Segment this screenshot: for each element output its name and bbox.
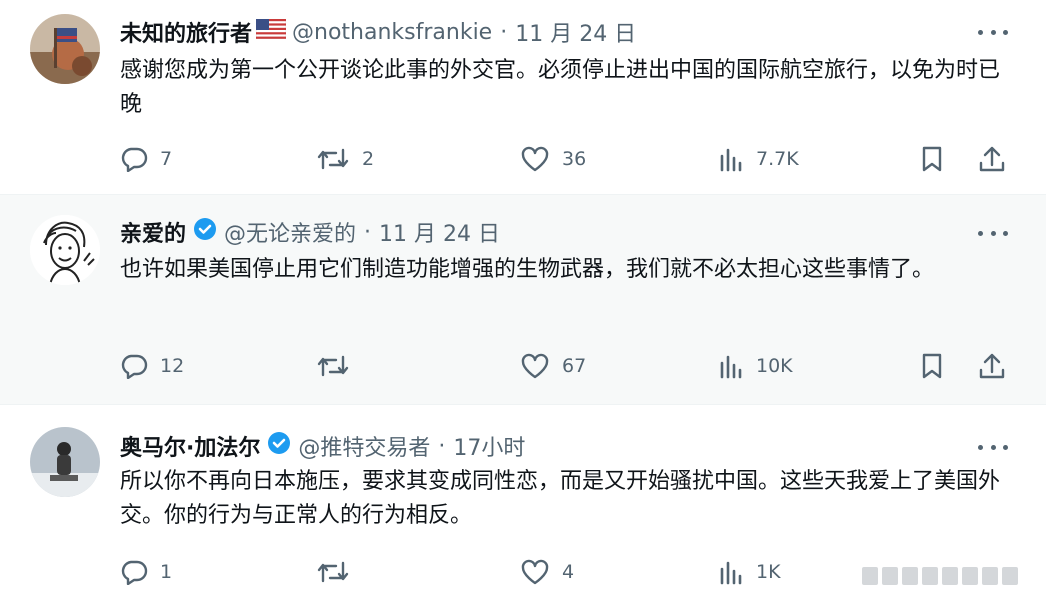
share-icon bbox=[979, 146, 1005, 172]
bookmark-icon bbox=[922, 353, 942, 379]
view-count: 10K bbox=[756, 355, 793, 377]
share-icon bbox=[979, 353, 1005, 379]
like-count: 36 bbox=[562, 148, 587, 170]
heart-icon bbox=[521, 146, 549, 172]
timestamp[interactable]: 17小时 bbox=[453, 430, 525, 462]
analytics-icon bbox=[720, 561, 742, 585]
bookmark-button[interactable] bbox=[920, 351, 944, 381]
tweet-text: 也许如果美国停止用它们制造功能增强的生物武器，我们就不必太担心这些事情了。 bbox=[120, 257, 935, 282]
timestamp[interactable]: 11 月 24 日 bbox=[515, 16, 636, 48]
view-count: 1K bbox=[756, 561, 781, 583]
share-button[interactable] bbox=[978, 144, 1006, 174]
tweet-header: 亲爱的 @无论亲爱的 · 11 月 24 日 bbox=[120, 215, 500, 249]
views-button[interactable]: 7.7K bbox=[718, 144, 799, 174]
avatar[interactable] bbox=[30, 215, 100, 285]
reply-icon bbox=[121, 354, 148, 379]
separator-dot: · bbox=[438, 433, 446, 459]
display-name[interactable]: 未知的旅行者 bbox=[120, 16, 252, 48]
action-bar: 12 67 10K bbox=[120, 351, 1020, 381]
more-options-icon[interactable] bbox=[978, 223, 1008, 243]
avatar[interactable] bbox=[30, 427, 100, 497]
user-handle[interactable]: @推特交易者 bbox=[298, 430, 430, 462]
reply-count: 7 bbox=[160, 148, 173, 170]
retweet-button[interactable] bbox=[316, 351, 362, 381]
bookmark-icon bbox=[922, 146, 942, 172]
heart-icon bbox=[521, 559, 549, 585]
like-button[interactable]: 67 bbox=[520, 351, 586, 381]
more-options-icon[interactable] bbox=[978, 22, 1008, 42]
display-name[interactable]: 亲爱的 bbox=[120, 216, 186, 248]
tweet-header: 未知的旅行者 @nothanksfrankie · 11 月 24 日 bbox=[120, 15, 636, 49]
view-count: 7.7K bbox=[756, 148, 799, 170]
us-flag-icon bbox=[255, 18, 287, 45]
reply-icon bbox=[121, 560, 148, 585]
action-bar: 7 2 36 7.7K bbox=[120, 144, 1020, 174]
display-name[interactable]: 奥马尔·加法尔 bbox=[120, 430, 260, 462]
like-button[interactable]: 36 bbox=[520, 144, 586, 174]
tweet-text: 所以你不再向日本施压，要求其变成同性恋，而是又开始骚扰中国。这些天我爱上了美国外… bbox=[120, 469, 1001, 528]
analytics-icon bbox=[720, 355, 742, 379]
separator-dot: · bbox=[500, 19, 508, 45]
reply-button[interactable]: 1 bbox=[120, 557, 172, 587]
retweet-button[interactable] bbox=[316, 557, 362, 587]
avatar[interactable] bbox=[30, 14, 100, 84]
tweet-text: 感谢您成为第一个公开谈论此事的外交官。必须停止进出中国的国际航空旅行，以免为时已… bbox=[120, 58, 1001, 117]
views-button[interactable]: 1K bbox=[718, 557, 781, 587]
retweet-icon bbox=[317, 355, 349, 377]
bookmark-button[interactable] bbox=[920, 144, 944, 174]
heart-icon bbox=[521, 353, 549, 379]
like-button[interactable]: 4 bbox=[520, 557, 574, 587]
tweet[interactable]: 亲爱的 @无论亲爱的 · 11 月 24 日 也许如果美国停止用它们制造功能增强… bbox=[0, 195, 1046, 405]
user-handle[interactable]: @无论亲爱的 bbox=[224, 216, 356, 248]
timestamp[interactable]: 11 月 24 日 bbox=[379, 216, 500, 248]
share-button[interactable] bbox=[978, 351, 1006, 381]
reply-count: 1 bbox=[160, 561, 173, 583]
retweet-icon bbox=[317, 148, 349, 170]
blurred-watermark bbox=[862, 562, 1034, 590]
reply-icon bbox=[121, 147, 148, 172]
retweet-count: 2 bbox=[362, 148, 375, 170]
verified-icon bbox=[192, 216, 218, 248]
views-button[interactable]: 10K bbox=[718, 351, 793, 381]
analytics-icon bbox=[720, 148, 742, 172]
retweet-button[interactable]: 2 bbox=[316, 144, 374, 174]
verified-icon bbox=[266, 430, 292, 462]
tweet-header: 奥马尔·加法尔 @推特交易者 · 17小时 bbox=[120, 429, 525, 463]
separator-dot: · bbox=[364, 219, 372, 245]
user-handle[interactable]: @nothanksfrankie bbox=[292, 20, 492, 45]
like-count: 67 bbox=[562, 355, 587, 377]
reply-count: 12 bbox=[160, 355, 185, 377]
tweet[interactable]: 未知的旅行者 @nothanksfrankie · 11 月 24 日 感谢您成… bbox=[0, 0, 1046, 195]
retweet-icon bbox=[317, 561, 349, 583]
more-options-icon[interactable] bbox=[978, 437, 1008, 457]
reply-button[interactable]: 7 bbox=[120, 144, 172, 174]
reply-button[interactable]: 12 bbox=[120, 351, 184, 381]
like-count: 4 bbox=[562, 561, 575, 583]
